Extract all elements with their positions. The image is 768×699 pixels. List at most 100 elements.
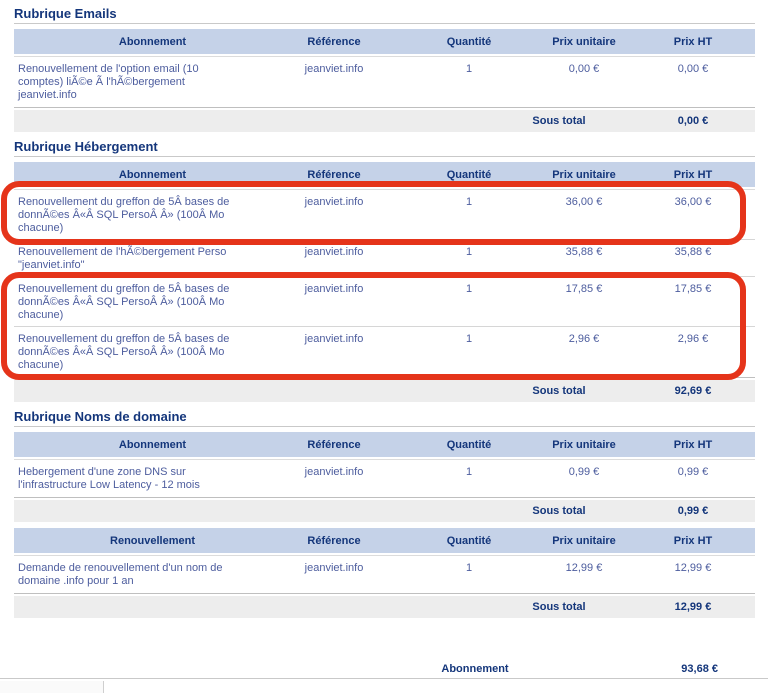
cell-reference: jeanviet.info [254, 562, 414, 575]
header-cell-renouvellement: Renouvellement [14, 535, 254, 547]
header-cell-prix-ht: Prix HT [644, 439, 755, 451]
header-cell-quantite: Quantité [414, 439, 524, 451]
table-body: Hebergement d'une zone DNS sur l'infrast… [14, 459, 755, 498]
section-title: Rubrique Noms de domaine [14, 409, 768, 424]
table-header-row: Abonnement Référence Quantité Prix unita… [14, 29, 755, 54]
divider [14, 156, 755, 157]
section-emails: Rubrique Emails Abonnement Référence Qua… [0, 6, 768, 132]
emails-table: Abonnement Référence Quantité Prix unita… [14, 29, 755, 132]
header-cell-quantite: Quantité [414, 36, 524, 48]
cell-reference: jeanviet.info [254, 246, 414, 259]
subtotal-label: Sous total [494, 385, 624, 397]
cell-abonnement: Renouvellement de l'hÃ©bergement Perso "… [14, 246, 254, 272]
table-row-perso-hosting: Renouvellement de l'hÃ©bergement Perso "… [14, 240, 755, 277]
cell-quantite: 1 [414, 333, 524, 346]
cell-prix-unitaire: 17,85 € [524, 283, 644, 296]
table-header-row: Renouvellement Référence Quantité Prix u… [14, 528, 755, 553]
subtotal-label: Sous total [494, 115, 624, 127]
table-row-sql-perso-17: Renouvellement du greffon de 5Â bases de… [14, 277, 755, 327]
header-cell-quantite: Quantité [414, 169, 524, 181]
cell-quantite: 1 [414, 246, 524, 259]
table-row: Renouvellement de l'option email (10 com… [14, 57, 755, 107]
divider [14, 23, 755, 24]
subtotal-row: Sous total 0,99 € [14, 500, 755, 522]
subtotal-value: 0,99 € [644, 505, 755, 517]
subtotal-label: Sous total [494, 505, 624, 517]
cell-reference: jeanviet.info [254, 466, 414, 479]
table-header-row: Abonnement Référence Quantité Prix unita… [14, 162, 755, 187]
header-cell-reference: Référence [254, 169, 414, 181]
header-cell-prix-ht: Prix HT [644, 169, 755, 181]
table-row-sql-perso-36: Renouvellement du greffon de 5Â bases de… [14, 190, 755, 240]
header-cell-reference: Référence [254, 535, 414, 547]
subtotal-value: 0,00 € [644, 115, 755, 127]
cell-abonnement: Renouvellement du greffon de 5Â bases de… [14, 196, 254, 235]
cell-quantite: 1 [414, 283, 524, 296]
cell-abonnement: Renouvellement de l'option email (10 com… [14, 63, 254, 102]
table-body: Renouvellement de l'option email (10 com… [14, 56, 755, 108]
cell-prix-unitaire: 0,99 € [524, 466, 644, 479]
subtotal-value: 12,99 € [644, 601, 755, 613]
header-cell-prix-unitaire: Prix unitaire [524, 439, 644, 451]
cell-reference: jeanviet.info [254, 283, 414, 296]
cell-prix-ht: 0,00 € [644, 63, 755, 76]
table-row-dns-zone: Hebergement d'une zone DNS sur l'infrast… [14, 460, 755, 497]
hebergement-table: Abonnement Référence Quantité Prix unita… [14, 162, 755, 402]
cell-quantite: 1 [414, 196, 524, 209]
header-cell-prix-ht: Prix HT [644, 535, 755, 547]
table-body: Renouvellement du greffon de 5Â bases de… [14, 189, 755, 378]
bottom-strip [0, 679, 768, 693]
header-cell-prix-ht: Prix HT [644, 36, 755, 48]
cell-prix-ht: 17,85 € [644, 283, 755, 296]
cell-abonnement: Demande de renouvellement d'un nom de do… [14, 562, 254, 588]
invoice-page: Rubrique Emails Abonnement Référence Qua… [0, 0, 768, 699]
cell-prix-unitaire: 36,00 € [524, 196, 644, 209]
subtotal-row: Sous total 0,00 € [14, 110, 755, 132]
subtotal-row: Sous total 92,69 € [14, 380, 755, 402]
subtotal-value: 92,69 € [644, 385, 755, 397]
table-header-row: Abonnement Référence Quantité Prix unita… [14, 432, 755, 457]
cell-prix-ht: 12,99 € [644, 562, 755, 575]
cell-reference: jeanviet.info [254, 63, 414, 76]
header-cell-reference: Référence [254, 439, 414, 451]
table-row-sql-perso-2: Renouvellement du greffon de 5Â bases de… [14, 327, 755, 377]
cell-prix-ht: 2,96 € [644, 333, 755, 346]
cell-quantite: 1 [414, 562, 524, 575]
table-row-domain-renewal: Demande de renouvellement d'un nom de do… [14, 556, 755, 593]
cell-abonnement: Renouvellement du greffon de 5Â bases de… [14, 333, 254, 372]
bottom-strip-left-edge [0, 681, 104, 693]
subtotal-row: Sous total 12,99 € [14, 596, 755, 618]
summary-value: 93,68 € [681, 663, 718, 675]
divider [14, 426, 755, 427]
cell-quantite: 1 [414, 466, 524, 479]
summary-row: Abonnement 93,68 € [0, 663, 768, 679]
header-cell-prix-unitaire: Prix unitaire [524, 535, 644, 547]
cell-reference: jeanviet.info [254, 196, 414, 209]
cell-prix-ht: 35,88 € [644, 246, 755, 259]
renewal-table: Renouvellement Référence Quantité Prix u… [14, 528, 755, 618]
dns-table: Abonnement Référence Quantité Prix unita… [14, 432, 755, 522]
cell-prix-ht: 0,99 € [644, 466, 755, 479]
summary-label: Abonnement [430, 663, 520, 675]
cell-prix-unitaire: 12,99 € [524, 562, 644, 575]
cell-abonnement: Renouvellement du greffon de 5Â bases de… [14, 283, 254, 322]
section-noms-de-domaine: Rubrique Noms de domaine Abonnement Réfé… [0, 409, 768, 618]
cell-prix-ht: 36,00 € [644, 196, 755, 209]
section-title: Rubrique Emails [14, 6, 768, 21]
header-cell-prix-unitaire: Prix unitaire [524, 169, 644, 181]
cell-abonnement: Hebergement d'une zone DNS sur l'infrast… [14, 466, 254, 492]
cell-prix-unitaire: 2,96 € [524, 333, 644, 346]
header-cell-quantite: Quantité [414, 535, 524, 547]
header-cell-abonnement: Abonnement [14, 36, 254, 48]
cell-prix-unitaire: 35,88 € [524, 246, 644, 259]
header-cell-reference: Référence [254, 36, 414, 48]
cell-quantite: 1 [414, 63, 524, 76]
header-cell-abonnement: Abonnement [14, 169, 254, 181]
header-cell-prix-unitaire: Prix unitaire [524, 36, 644, 48]
table-body: Demande de renouvellement d'un nom de do… [14, 555, 755, 594]
section-hebergement: Rubrique Hébergement Abonnement Référenc… [0, 139, 768, 402]
subtotal-label: Sous total [494, 601, 624, 613]
cell-prix-unitaire: 0,00 € [524, 63, 644, 76]
header-cell-abonnement: Abonnement [14, 439, 254, 451]
cell-reference: jeanviet.info [254, 333, 414, 346]
